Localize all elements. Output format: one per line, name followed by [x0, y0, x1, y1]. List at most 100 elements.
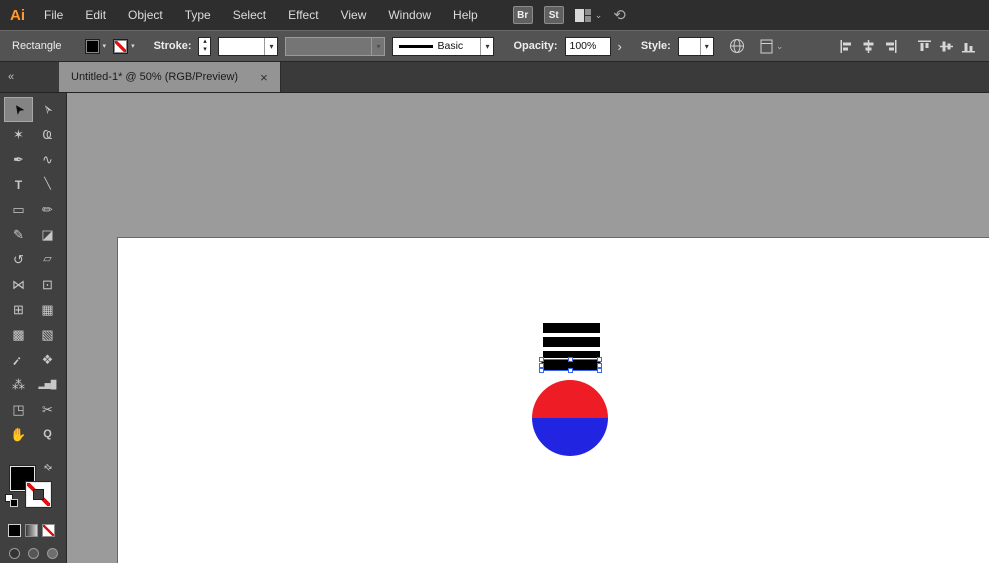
globe-icon[interactable]: [729, 38, 745, 54]
align-top-button[interactable]: [918, 40, 931, 53]
rectangle-tool[interactable]: ▭: [4, 197, 33, 222]
direct-selection-tool[interactable]: ➢: [33, 97, 62, 122]
line-segment-tool[interactable]: ╲: [33, 172, 62, 197]
align-bottom-button[interactable]: [962, 40, 975, 53]
canvas[interactable]: [67, 93, 989, 563]
draw-behind-button[interactable]: [28, 548, 39, 559]
collapse-tools-icon[interactable]: «: [0, 62, 59, 92]
lasso-tool[interactable]: Ҩ: [33, 122, 62, 147]
none-button[interactable]: [42, 524, 55, 537]
stepper-up-icon[interactable]: ▴: [203, 38, 207, 46]
opacity-flyout-icon[interactable]: ›: [618, 40, 622, 53]
width-tool-icon: ⋈: [12, 277, 25, 292]
menu-edit[interactable]: Edit: [74, 8, 117, 22]
selected-bar-shape[interactable]: [539, 357, 602, 373]
eyedropper-tool[interactable]: ¡: [4, 347, 33, 372]
gradient-tool[interactable]: ▧: [33, 322, 62, 347]
eraser-tool[interactable]: ◪: [33, 222, 62, 247]
magic-wand-tool[interactable]: ✶: [4, 122, 33, 147]
menu-file[interactable]: File: [33, 8, 74, 22]
stroke-weight-select[interactable]: ▾: [218, 36, 279, 56]
line-segment-tool-icon: ╲: [44, 178, 51, 190]
curvature-tool[interactable]: ∿: [33, 147, 62, 172]
stroke-style-select[interactable]: Basic ▾: [392, 36, 495, 56]
stroke-color-control[interactable]: ▾: [113, 38, 135, 54]
hand-tool-icon: ✋: [10, 427, 27, 442]
menu-view[interactable]: View: [330, 8, 378, 22]
rotate-tool[interactable]: ↺: [4, 247, 33, 272]
slice-tool[interactable]: ✂: [33, 397, 62, 422]
curvature-tool-icon: ∿: [42, 152, 53, 167]
paintbrush-tool[interactable]: ✏: [33, 197, 62, 222]
eyedropper-tool-icon: ¡: [12, 352, 25, 367]
stroke-weight-stepper[interactable]: ▴ ▾: [198, 36, 212, 56]
align-right-button[interactable]: [884, 39, 897, 53]
perspective-grid-tool[interactable]: ▦: [33, 297, 62, 322]
selection-handle[interactable]: [568, 368, 573, 373]
align-left-button[interactable]: [840, 39, 853, 53]
zoom-tool[interactable]: Q: [33, 422, 62, 447]
hand-tool[interactable]: ✋: [4, 422, 33, 447]
menu-window[interactable]: Window: [377, 8, 442, 22]
fill-color-control[interactable]: ▾: [84, 38, 106, 54]
chevron-down-icon: ▾: [371, 37, 384, 55]
black-bar-shape[interactable]: [543, 323, 600, 333]
artboard[interactable]: [117, 237, 989, 563]
scale-tool-icon: ▱: [43, 253, 52, 265]
color-button[interactable]: [8, 524, 21, 537]
document-setup-icon[interactable]: ⌄: [760, 39, 784, 54]
selection-handle[interactable]: [539, 368, 544, 373]
workspace-switcher[interactable]: ⌄: [574, 8, 602, 22]
menu-help[interactable]: Help: [442, 8, 489, 22]
mesh-tool-icon: ▩: [12, 327, 25, 342]
align-middle-button[interactable]: [940, 40, 953, 53]
black-bar-shape[interactable]: [543, 337, 600, 347]
menu-bar: Ai File Edit Object Type Select Effect View Win…: [0, 0, 989, 30]
graphic-style-select[interactable]: ▾: [677, 36, 714, 56]
red-blue-circle-shape[interactable]: [532, 380, 608, 456]
selection-handle[interactable]: [539, 357, 544, 362]
close-tab-icon[interactable]: ×: [260, 71, 268, 84]
tools-grid: ➤ ➢ ✶ Ҩ ✒ ∿ T ╲ ▭ ✏ ✎ ◪ ↺ ▱ ⋈ ⊡ ⊞ ▦ ▩ ▧ ¡ ❖ ⁂ ▂▅█ ◳ ✂ ✋ Q: [0, 93, 66, 447]
menu-type[interactable]: Type: [174, 8, 222, 22]
stepper-down-icon[interactable]: ▾: [203, 46, 207, 54]
stroke-label: Stroke:: [153, 40, 192, 52]
menu-effect[interactable]: Effect: [277, 8, 329, 22]
symbol-sprayer-tool[interactable]: ⁂: [4, 372, 33, 397]
screen-mode-button[interactable]: [47, 548, 58, 559]
bridge-button[interactable]: Br: [512, 6, 533, 24]
sync-icon[interactable]: ⟲: [613, 8, 626, 23]
gradient-button[interactable]: [25, 524, 38, 537]
pencil-tool[interactable]: ✎: [4, 222, 33, 247]
artboard-tool[interactable]: ◳: [4, 397, 33, 422]
free-transform-tool[interactable]: ⊡: [33, 272, 62, 297]
stroke-swatch[interactable]: [25, 481, 52, 508]
opacity-input[interactable]: 100%: [564, 36, 611, 56]
pen-tool[interactable]: ✒: [4, 147, 33, 172]
selection-handle[interactable]: [597, 357, 602, 362]
default-fill-stroke-icon[interactable]: [5, 494, 19, 508]
width-tool[interactable]: ⋈: [4, 272, 33, 297]
swap-fill-stroke-icon[interactable]: ⇄: [41, 461, 54, 474]
blend-tool[interactable]: ❖: [33, 347, 62, 372]
stroke-color-swatch: [113, 38, 129, 54]
selection-tool[interactable]: ➤: [4, 97, 33, 122]
selection-handle[interactable]: [568, 357, 573, 362]
lasso-tool-icon: Ҩ: [42, 127, 53, 142]
column-graph-tool[interactable]: ▂▅█: [33, 372, 62, 397]
document-tab[interactable]: Untitled-1* @ 50% (RGB/Preview) ×: [59, 62, 281, 92]
menu-select[interactable]: Select: [222, 8, 277, 22]
scale-tool[interactable]: ▱: [33, 247, 62, 272]
pen-tool-icon: ✒: [13, 152, 24, 167]
chevron-down-icon: ⌄: [775, 40, 784, 51]
mesh-tool[interactable]: ▩: [4, 322, 33, 347]
shape-builder-tool[interactable]: ⊞: [4, 297, 33, 322]
draw-normal-button[interactable]: [9, 548, 20, 559]
rectangle-tool-icon: ▭: [12, 202, 25, 217]
type-tool[interactable]: T: [4, 172, 33, 197]
selection-handle[interactable]: [597, 368, 602, 373]
chevron-down-icon: ▾: [131, 43, 135, 50]
menu-object[interactable]: Object: [117, 8, 174, 22]
align-center-button[interactable]: [862, 39, 875, 53]
stock-button[interactable]: St: [543, 6, 564, 24]
